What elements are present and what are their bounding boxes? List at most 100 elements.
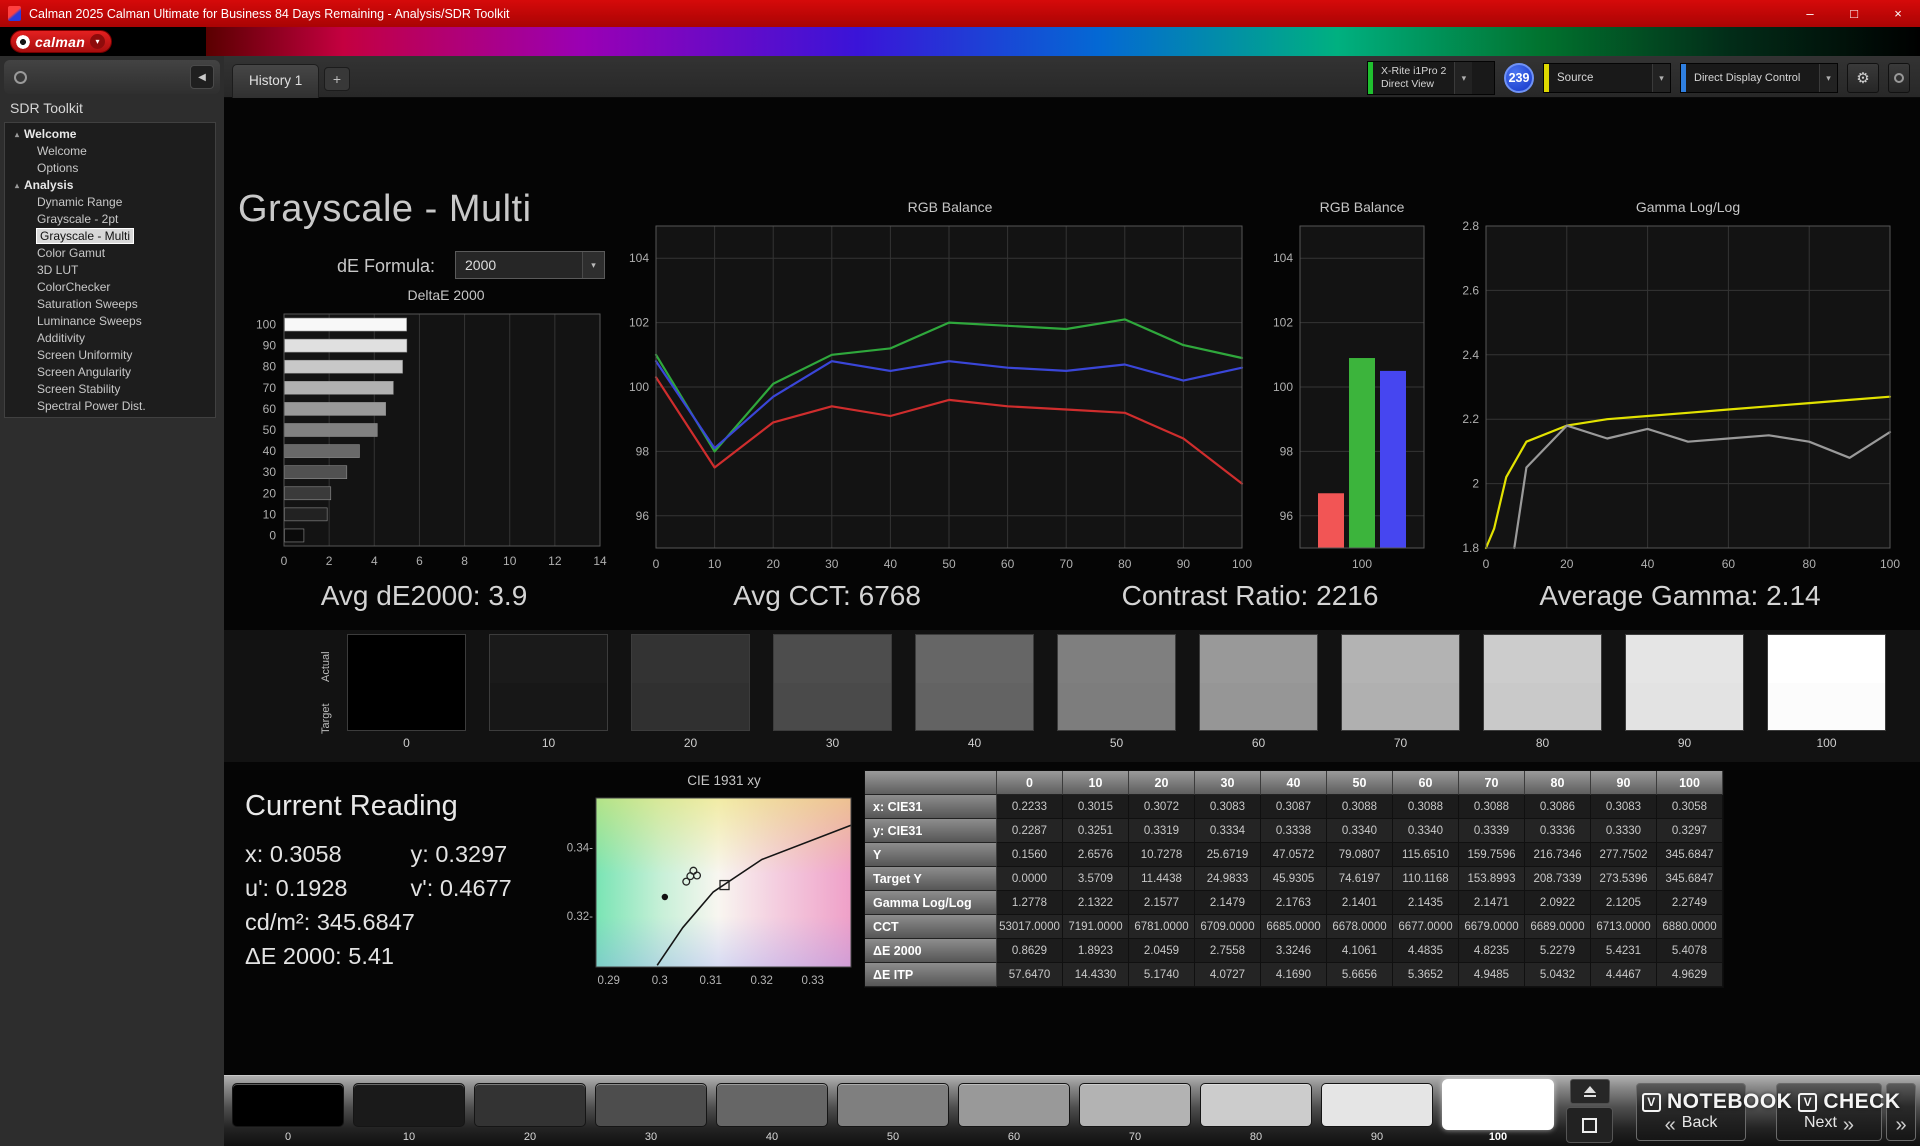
- back-button[interactable]: « Back: [1636, 1083, 1746, 1141]
- sidebar-item-dynamic-range[interactable]: Dynamic Range: [5, 194, 215, 211]
- table-cell: 0.3319: [1129, 819, 1195, 843]
- level-button-10[interactable]: [353, 1083, 465, 1127]
- cie-point-dot: [662, 894, 668, 900]
- close-button[interactable]: ×: [1876, 0, 1920, 27]
- svg-text:2: 2: [1472, 477, 1479, 491]
- workflow-tree: ▴WelcomeWelcomeOptions▴AnalysisDynamic R…: [4, 122, 216, 418]
- grayscale-swatch-10: [489, 634, 608, 731]
- table-cell: 0.3251: [1063, 819, 1129, 843]
- add-tab-button[interactable]: +: [324, 67, 350, 91]
- sidebar-item-screen-stability[interactable]: Screen Stability: [5, 381, 215, 398]
- collapse-sidebar-button[interactable]: ◀: [190, 65, 214, 89]
- svg-text:40: 40: [1641, 557, 1655, 571]
- calman-menu-button[interactable]: calman ▾: [10, 30, 112, 53]
- meter-label: X-Rite i1Pro 2 Direct View: [1373, 62, 1454, 94]
- deltae-bar-100: [285, 318, 407, 331]
- swatch-level-label: 60: [1199, 736, 1318, 750]
- chevron-down-icon: ▾: [1652, 64, 1670, 92]
- deltae-bar-50: [285, 424, 378, 437]
- sidebar-item-options[interactable]: Options: [5, 160, 215, 177]
- level-button-60[interactable]: [958, 1083, 1070, 1127]
- sidebar-item-additivity[interactable]: Additivity: [5, 330, 215, 347]
- cie-chart: CIE 1931 xy 0.290.30.310.320.330.34-0.32…: [550, 772, 862, 990]
- level-button-30[interactable]: [595, 1083, 707, 1127]
- sidebar-item-color-gamut[interactable]: Color Gamut: [5, 245, 215, 262]
- column-header-50: 50: [1327, 771, 1393, 795]
- table-cell: 153.8993: [1459, 867, 1525, 891]
- sidebar-item-saturation-sweeps[interactable]: Saturation Sweeps: [5, 296, 215, 313]
- table-cell: 5.4231: [1591, 939, 1657, 963]
- table-cell: 6781.0000: [1129, 915, 1195, 939]
- maximize-button[interactable]: □: [1832, 0, 1876, 27]
- display-control-selector[interactable]: Direct Display Control ▾: [1680, 63, 1838, 93]
- sidebar-item-welcome[interactable]: Welcome: [5, 143, 215, 160]
- meter-selector[interactable]: X-Rite i1Pro 2 Direct View ▾: [1367, 61, 1495, 95]
- table-cell: 5.1740: [1129, 963, 1195, 987]
- level-button-100[interactable]: [1442, 1079, 1554, 1130]
- minimize-button[interactable]: –: [1788, 0, 1832, 27]
- table-cell: 2.0459: [1129, 939, 1195, 963]
- tree-group-welcome[interactable]: ▴Welcome: [5, 126, 215, 143]
- swatch-actual-half: [1484, 635, 1601, 683]
- table-cell: 2.1322: [1063, 891, 1129, 915]
- svg-text:0.31: 0.31: [700, 975, 722, 987]
- eject-button[interactable]: [1570, 1079, 1610, 1104]
- table-cell: 2.2749: [1657, 891, 1723, 915]
- svg-text:102: 102: [629, 316, 649, 330]
- chart-title: RGB Balance: [1258, 198, 1446, 218]
- table-cell: 4.4835: [1393, 939, 1459, 963]
- forward-skip-button[interactable]: »: [1886, 1083, 1916, 1141]
- level-button-90[interactable]: [1321, 1083, 1433, 1127]
- svg-text:0.32-: 0.32-: [567, 911, 593, 923]
- sidebar-item-grayscale-2pt[interactable]: Grayscale - 2pt: [5, 211, 215, 228]
- row-label-y: Y: [865, 843, 997, 867]
- sidebar-item-grayscale-multi[interactable]: Grayscale - Multi: [5, 228, 215, 245]
- stop-pattern-button[interactable]: [1566, 1107, 1613, 1143]
- grayscale-data-table: 0102030405060708090100x: CIE310.22330.30…: [864, 770, 1724, 988]
- level-button-20[interactable]: [474, 1083, 586, 1127]
- table-cell: 2.1763: [1261, 891, 1327, 915]
- level-button-0[interactable]: [232, 1083, 344, 1127]
- de-formula-label: dE Formula:: [337, 256, 435, 277]
- level-button-40[interactable]: [716, 1083, 828, 1127]
- sidebar-item-spectral-power-dist[interactable]: Spectral Power Dist.: [5, 398, 215, 415]
- table-cell: 57.6470: [997, 963, 1063, 987]
- swatch-target-half: [1626, 683, 1743, 731]
- app-icon: [8, 6, 21, 21]
- row-label-x-cie31: x: CIE31: [865, 795, 997, 819]
- grayscale-swatch-strip: Actual Target 0102030405060708090100: [224, 630, 1920, 762]
- svg-text:50: 50: [263, 423, 277, 437]
- sidebar-item-3d-lut[interactable]: 3D LUT: [5, 262, 215, 279]
- contrast-ratio-stat: Contrast Ratio: 2216: [1122, 580, 1379, 612]
- current-reading-panel: Current Reading x: 0.3058 y: 0.3297 u': …: [245, 790, 570, 973]
- tree-group-analysis[interactable]: ▴Analysis: [5, 177, 215, 194]
- expander-icon: ▴: [15, 177, 19, 194]
- settings-button[interactable]: ⚙: [1847, 63, 1879, 93]
- swatch-target-half: [1342, 683, 1459, 731]
- level-button-80[interactable]: [1200, 1083, 1312, 1127]
- sidebar-item-colorchecker[interactable]: ColorChecker: [5, 279, 215, 296]
- sidebar-item-luminance-sweeps[interactable]: Luminance Sweeps: [5, 313, 215, 330]
- cie-chart-canvas: 0.290.30.310.320.330.34-0.32-: [550, 792, 862, 990]
- sidebar-item-screen-angularity[interactable]: Screen Angularity: [5, 364, 215, 381]
- swatch-level-label: 100: [1767, 736, 1886, 750]
- de-formula-select[interactable]: 2000 ▾: [455, 251, 605, 279]
- swatch-target-half: [1200, 683, 1317, 731]
- level-button-50[interactable]: [837, 1083, 949, 1127]
- chevron-down-icon: ▾: [582, 252, 604, 278]
- rgb-balance-bar-chart: RGB Balance 9698100102104100: [1258, 198, 1446, 574]
- source-selector[interactable]: Source ▾: [1543, 63, 1671, 93]
- next-button[interactable]: Next »: [1776, 1083, 1882, 1141]
- chart-title: DeltaE 2000: [232, 286, 624, 306]
- svg-text:6: 6: [416, 554, 423, 568]
- secondary-settings-button[interactable]: [1888, 63, 1910, 93]
- table-cell: 5.3652: [1393, 963, 1459, 987]
- level-button-70[interactable]: [1079, 1083, 1191, 1127]
- svg-text:60: 60: [1001, 557, 1015, 571]
- record-icon[interactable]: [14, 71, 27, 84]
- table-cell: 5.2279: [1525, 939, 1591, 963]
- column-header-100: 100: [1657, 771, 1723, 795]
- sidebar-item-screen-uniformity[interactable]: Screen Uniformity: [5, 347, 215, 364]
- meter-count-badge[interactable]: 239: [1504, 63, 1534, 93]
- tab-history-1[interactable]: History 1: [232, 64, 319, 98]
